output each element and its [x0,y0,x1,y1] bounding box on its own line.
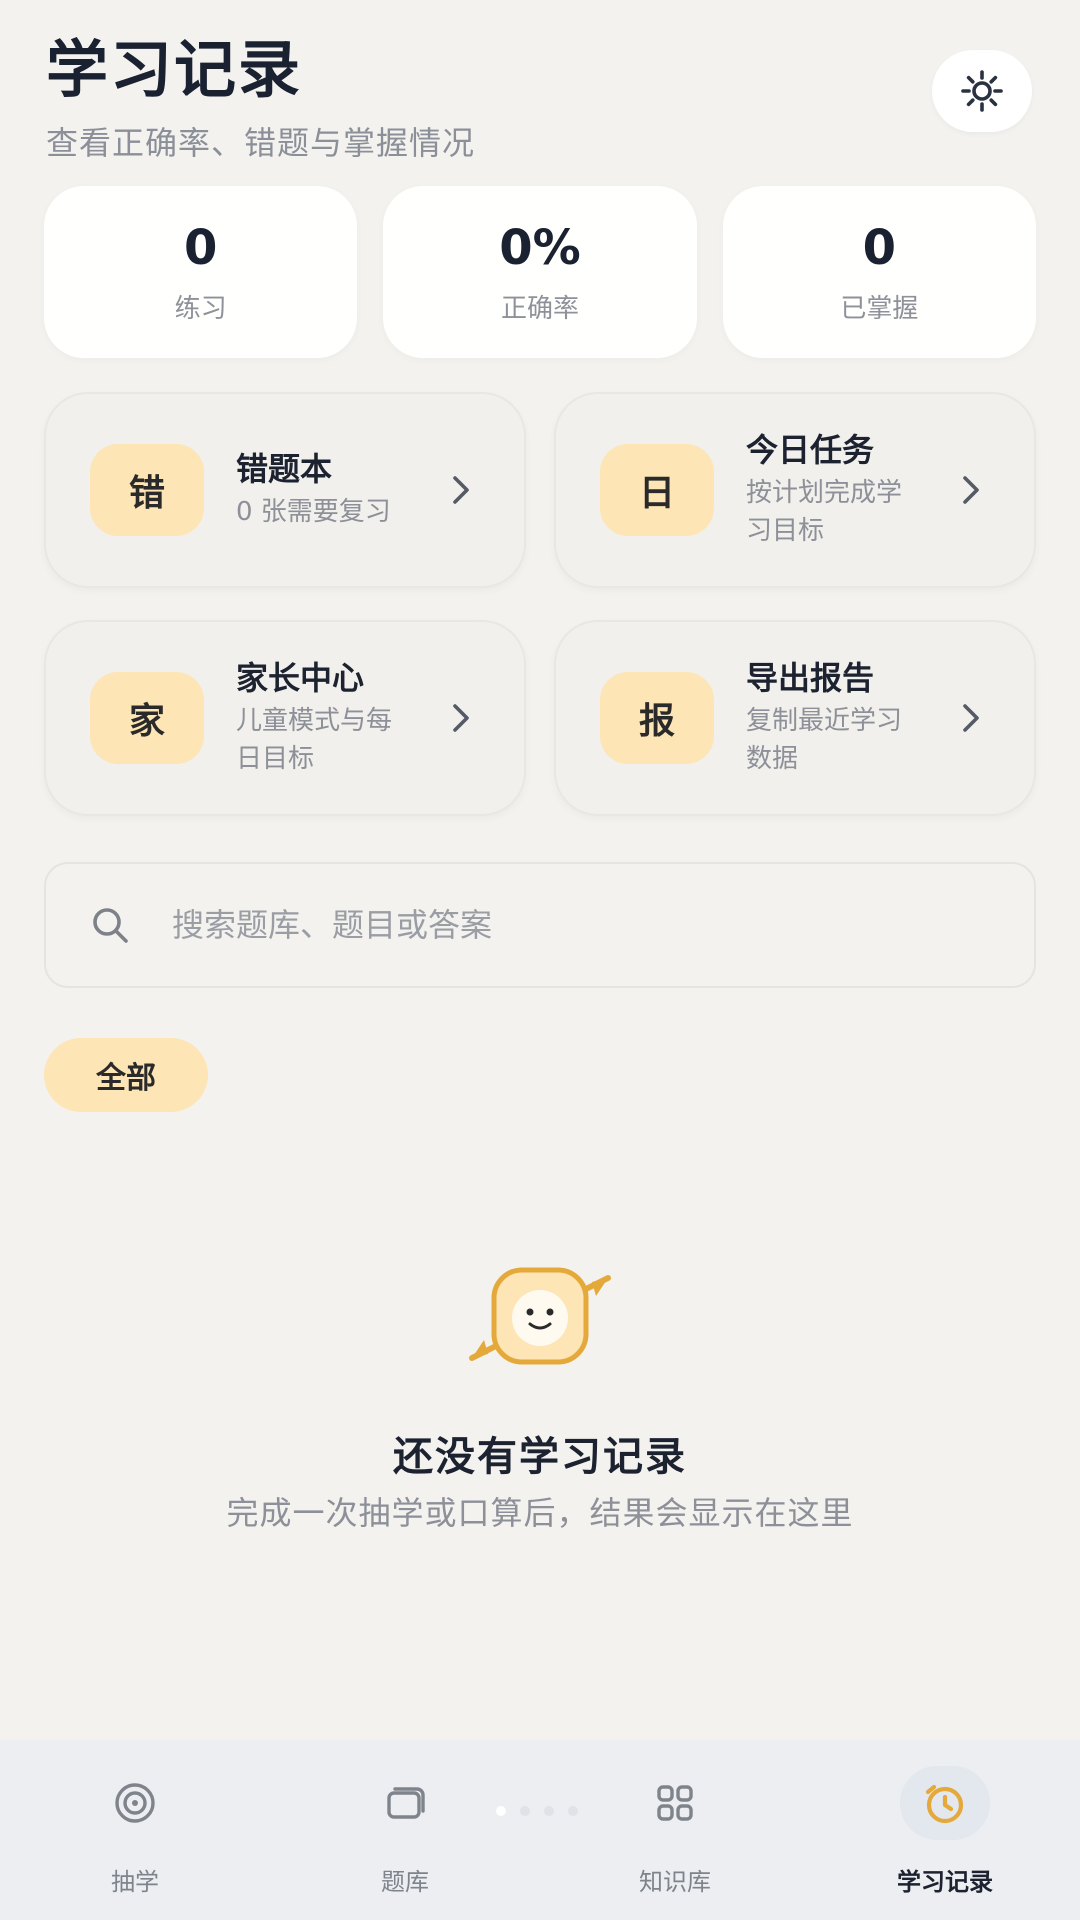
nav-label: 抽学 [111,1868,159,1896]
page-indicator [496,1806,578,1816]
stat-label: 正确率 [500,293,579,324]
search-bar[interactable] [44,862,1036,988]
feature-title: 错题本 [236,450,333,488]
nav-tab-draw[interactable]: 抽学 [0,1740,270,1920]
stat-value: 0 [183,219,218,276]
feature-badge: 日 [600,444,714,536]
empty-state-title: 还没有学习记录 [393,1434,687,1480]
nav-tab-study-records[interactable]: 学习记录 [810,1740,1080,1920]
stat-accuracy: 0% 正确率 [383,186,697,358]
feature-desc: 复制最近学习数据 [746,706,903,774]
nav-label: 题库 [381,1868,429,1896]
feature-desc: 儿童模式与每日目标 [236,706,393,774]
chevron-right-icon [453,476,469,504]
stats-row: 0 练习 0% 正确率 0 已掌握 [44,186,1036,358]
daily-task-card[interactable]: 日 今日任务 按计划完成学习目标 [554,392,1036,588]
feature-text: 导出报告 复制最近学习数据 [746,658,926,778]
chevron-right-icon [453,704,469,732]
feature-title: 家长中心 [236,659,365,697]
gear-icon [961,70,1003,112]
page-dot [496,1806,506,1816]
page-dot [568,1806,578,1816]
search-icon [93,908,128,943]
cards-icon [360,1766,450,1840]
feature-desc: 按计划完成学习目标 [746,478,903,546]
page-subtitle: 查看正确率、错题与掌握情况 [46,124,476,162]
nav-label: 知识库 [639,1868,711,1896]
feature-title: 导出报告 [746,659,875,697]
target-icon [90,1766,180,1840]
grid-icon [630,1766,720,1840]
stat-practice: 0 练习 [44,186,358,358]
empty-state-description: 完成一次抽学或口算后，结果会显示在这里 [226,1494,854,1532]
settings-button[interactable] [932,50,1032,132]
export-report-card[interactable]: 报 导出报告 复制最近学习数据 [554,620,1036,816]
feature-grid: 错 错题本 0 张需要复习 日 今日任务 按计划完成学习目标 家 家长中心 儿童… [44,392,1036,816]
page-dot [544,1806,554,1816]
nav-label: 学习记录 [897,1868,993,1896]
study-records-screen: 学习记录 查看正确率、错题与掌握情况 0 练习 0% 正确率 0 已掌握 错 错… [0,0,1080,1920]
feature-badge: 报 [600,672,714,764]
stat-value: 0% [499,219,581,276]
feature-title: 今日任务 [746,431,875,469]
header: 学习记录 查看正确率、错题与掌握情况 [46,30,475,164]
chevron-right-icon [963,704,979,732]
bottom-nav: 抽学 题库 知识库 学习记录 [0,1740,1080,1920]
feature-desc: 0 张需要复习 [236,497,391,527]
stat-label: 练习 [174,293,227,324]
clock-icon [900,1766,990,1840]
stat-value: 0 [862,219,897,276]
feature-text: 家长中心 儿童模式与每日目标 [236,658,416,778]
page-dot [520,1806,530,1816]
smiley-illustration-icon [469,1267,611,1365]
feature-badge: 家 [90,672,204,764]
feature-badge: 错 [90,444,204,536]
nav-tab-knowledge-base[interactable]: 知识库 [540,1740,810,1920]
filter-chip-all[interactable]: 全部 [44,1038,208,1112]
page-title: 学习记录 [46,33,303,106]
stat-label: 已掌握 [840,293,919,324]
chevron-right-icon [963,476,979,504]
feature-text: 错题本 0 张需要复习 [236,449,416,531]
parent-center-card[interactable]: 家 家长中心 儿童模式与每日目标 [44,620,526,816]
feature-text: 今日任务 按计划完成学习目标 [746,430,926,550]
nav-tab-question-bank[interactable]: 题库 [270,1740,540,1920]
search-input[interactable] [172,906,972,944]
stat-mastered: 0 已掌握 [722,186,1036,358]
wrong-questions-card[interactable]: 错 错题本 0 张需要复习 [44,392,526,588]
